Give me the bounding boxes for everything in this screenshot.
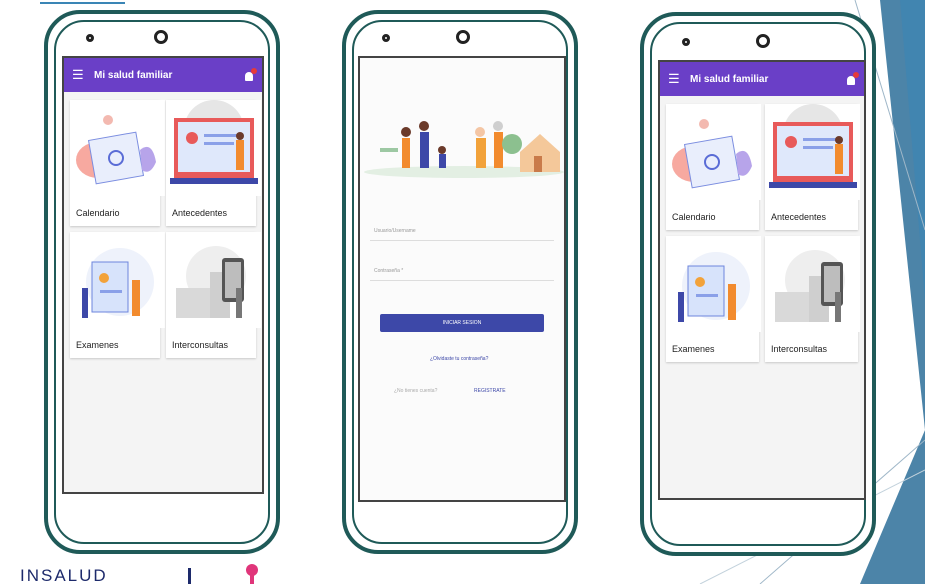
username-placeholder: Usuario/Username xyxy=(374,228,416,234)
card-calendario[interactable]: Calendario xyxy=(666,104,761,230)
consultations-illustration xyxy=(166,232,261,328)
speaker-dot xyxy=(382,34,390,42)
records-illustration xyxy=(166,100,261,196)
card-calendario[interactable]: Calendario xyxy=(70,100,165,226)
app-title: Mi salud familiar xyxy=(94,69,173,81)
card-interconsultas[interactable]: Interconsultas xyxy=(765,236,860,362)
card-label: Examenes xyxy=(76,340,119,350)
bell-icon[interactable] xyxy=(846,72,859,85)
brand-mark-icon xyxy=(188,564,258,584)
card-label: Antecedentes xyxy=(771,212,827,222)
screen: ☰ Mi salud familiar Calendario Anteceden… xyxy=(658,60,866,500)
menu-icon[interactable]: ☰ xyxy=(72,67,94,83)
card-label: Antecedentes xyxy=(172,208,228,218)
app-bar: ☰ Mi salud familiar xyxy=(660,62,864,96)
menu-icon[interactable]: ☰ xyxy=(668,71,690,87)
card-label: Interconsultas xyxy=(172,340,229,350)
speaker-dot xyxy=(682,38,690,46)
exams-illustration xyxy=(666,236,761,332)
screen: ☰ Mi salud familiar Calendario Anteceden… xyxy=(62,56,264,494)
card-examenes[interactable]: Examenes xyxy=(70,232,165,358)
brand-logo-text: INSALUD xyxy=(20,566,108,585)
login-button[interactable]: INICIAR SESION xyxy=(380,314,544,332)
username-field[interactable]: Usuario/Username xyxy=(370,218,554,241)
family-illustration xyxy=(360,92,564,180)
bell-icon[interactable] xyxy=(244,68,257,81)
card-antecedentes[interactable]: Antecedentes xyxy=(166,100,261,226)
camera-icon xyxy=(456,30,470,44)
speaker-dot xyxy=(86,34,94,42)
no-account-text: ¿No tienes cuenta? xyxy=(394,388,438,394)
forgot-password-link[interactable]: ¿Olvidaste tu contraseña? xyxy=(430,356,488,362)
camera-icon xyxy=(756,34,770,48)
exams-illustration xyxy=(70,232,165,328)
register-link[interactable]: REGISTRATE xyxy=(474,388,506,394)
phone-dashboard-left: ☰ Mi salud familiar Calendario Anteceden… xyxy=(44,10,280,554)
app-title: Mi salud familiar xyxy=(690,73,769,85)
screen: Usuario/Username Contraseña * INICIAR SE… xyxy=(358,56,566,502)
password-placeholder: Contraseña * xyxy=(374,268,404,274)
records-illustration xyxy=(765,104,860,200)
password-field[interactable]: Contraseña * xyxy=(370,258,554,281)
card-label: Calendario xyxy=(76,208,120,218)
card-examenes[interactable]: Examenes xyxy=(666,236,761,362)
app-bar: ☰ Mi salud familiar xyxy=(64,58,262,92)
card-interconsultas[interactable]: Interconsultas xyxy=(166,232,261,358)
consultations-illustration xyxy=(765,236,860,332)
card-label: Calendario xyxy=(672,212,716,222)
phone-dashboard-right: ☰ Mi salud familiar Calendario Anteceden… xyxy=(640,12,876,556)
phone-login: Usuario/Username Contraseña * INICIAR SE… xyxy=(342,10,578,554)
camera-icon xyxy=(154,30,168,44)
card-label: Examenes xyxy=(672,344,715,354)
card-label: Interconsultas xyxy=(771,344,828,354)
card-antecedentes[interactable]: Antecedentes xyxy=(765,104,860,230)
calendar-illustration xyxy=(70,100,165,196)
calendar-illustration xyxy=(666,104,761,200)
